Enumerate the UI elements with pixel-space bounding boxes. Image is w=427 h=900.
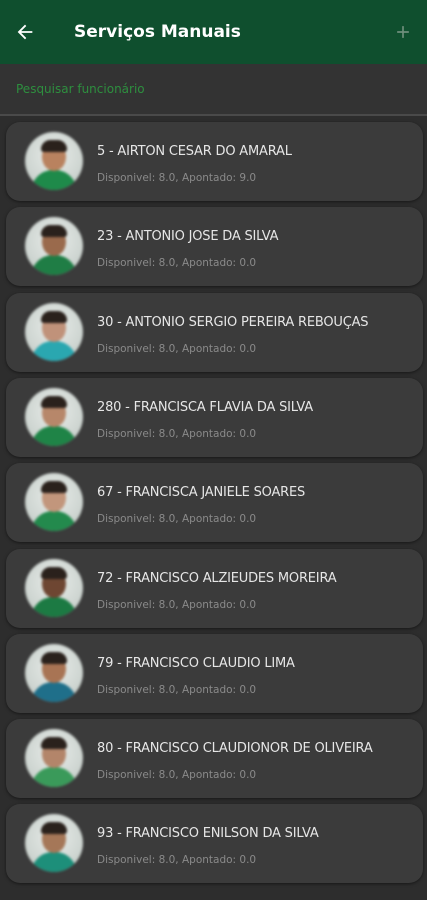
employee-avatar <box>25 217 83 275</box>
employee-card[interactable]: 79 - FRANCISCO CLAUDIO LIMA Disponivel: 8… <box>6 634 423 713</box>
employee-hours: Disponivel: 8.0, Apontado: 0.0 <box>97 684 257 696</box>
employee-name: 280 - FRANCISCA FLAVIA DA SILVA <box>97 400 313 415</box>
employee-card[interactable]: 5 - AIRTON CESAR DO AMARAL Disponivel: 8.… <box>6 122 423 201</box>
employee-card[interactable]: 280 - FRANCISCA FLAVIA DA SILVA Disponive… <box>6 378 423 457</box>
employee-avatar <box>25 644 83 702</box>
employee-name: 93 - FRANCISCO ENILSON DA SILVA <box>97 826 319 841</box>
employee-name: 67 - FRANCISCA JANIELE SOARES <box>97 485 306 500</box>
back-button[interactable] <box>0 0 50 64</box>
employee-hours: Disponivel: 8.0, Apontado: 0.0 <box>97 854 257 866</box>
employee-hours: Disponivel: 8.0, Apontado: 0.0 <box>97 513 257 525</box>
employee-hours: Disponivel: 8.0, Apontado: 9.0 <box>97 172 257 184</box>
employee-avatar <box>25 388 83 446</box>
employee-name: 80 - FRANCISCO CLAUDIONOR DE OLIVEIRA <box>97 741 373 756</box>
add-button[interactable] <box>387 16 419 48</box>
plus-icon <box>397 26 409 38</box>
search-bar <box>0 64 427 116</box>
employee-avatar <box>25 559 83 617</box>
employee-card[interactable]: 23 - ANTONIO JOSE DA SILVA Disponivel: 8.… <box>6 207 423 286</box>
employee-avatar <box>25 303 83 361</box>
employee-card[interactable]: 72 - FRANCISCO ALZIEUDES MOREIRA Disponiv… <box>6 549 423 628</box>
employee-hours: Disponivel: 8.0, Apontado: 0.0 <box>97 343 257 355</box>
employee-hours: Disponivel: 8.0, Apontado: 0.0 <box>97 769 257 781</box>
employee-name: 30 - ANTONIO SERGIO PEREIRA REBOUÇAS <box>97 315 369 330</box>
search-input[interactable] <box>12 76 420 102</box>
employee-name: 5 - AIRTON CESAR DO AMARAL <box>97 144 292 159</box>
app-bar: Serviços Manuais <box>0 0 427 64</box>
employee-name: 72 - FRANCISCO ALZIEUDES MOREIRA <box>97 571 337 586</box>
employee-card[interactable]: 93 - FRANCISCO ENILSON DA SILVA Disponive… <box>6 804 423 883</box>
employee-card[interactable]: 80 - FRANCISCO CLAUDIONOR DE OLIVEIRA Dis… <box>6 719 423 798</box>
employee-card[interactable]: 30 - ANTONIO SERGIO PEREIRA REBOUÇAS Disp… <box>6 293 423 372</box>
employee-card[interactable]: 67 - FRANCISCA JANIELE SOARES Disponivel:… <box>6 463 423 542</box>
employee-avatar <box>25 132 83 190</box>
employee-hours: Disponivel: 8.0, Apontado: 0.0 <box>97 428 257 440</box>
employee-avatar <box>25 473 83 531</box>
employee-avatar <box>25 814 83 872</box>
employee-name: 79 - FRANCISCO CLAUDIO LIMA <box>97 656 295 671</box>
employee-avatar <box>25 729 83 787</box>
page-title: Serviços Manuais <box>74 22 241 42</box>
employee-hours: Disponivel: 8.0, Apontado: 0.0 <box>97 599 257 611</box>
arrow-left-icon <box>17 24 33 40</box>
employee-hours: Disponivel: 8.0, Apontado: 0.0 <box>97 257 257 269</box>
employee-name: 23 - ANTONIO JOSE DA SILVA <box>97 229 279 244</box>
